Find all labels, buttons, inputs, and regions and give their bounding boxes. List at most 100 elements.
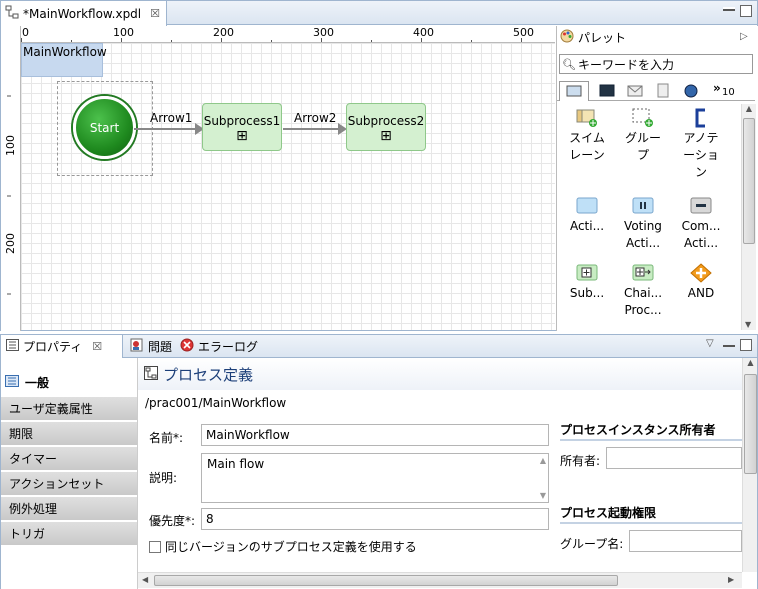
tab-properties[interactable]: プロパティ ☒ <box>1 335 123 358</box>
palette-item-swimlane[interactable]: スイム レーン <box>557 108 617 164</box>
editor-tab-bar: *MainWorkflow.xpdl ☒ <box>1 1 757 26</box>
editor-tab[interactable]: *MainWorkflow.xpdl ☒ <box>1 1 167 26</box>
group-name-field[interactable] <box>629 530 742 552</box>
owner-field[interactable] <box>606 447 742 469</box>
properties-horizontal-scrollbar[interactable]: ◀ ▶ <box>138 572 742 588</box>
owner-label: 所有者: <box>560 454 601 468</box>
palette-item-activity[interactable]: Acti... <box>557 196 617 235</box>
category-exception-handling[interactable]: 例外処理 <box>1 497 137 521</box>
diagram-canvas[interactable]: MainWorkflow Start Arrow1 Arrow2 Subproc… <box>21 43 555 330</box>
description-field[interactable]: Main flow ▲ ▼ <box>201 453 549 503</box>
horizontal-scroll-thumb[interactable] <box>154 575 618 586</box>
palette-item-chained-process[interactable]: Chai... Proc... <box>613 263 673 319</box>
minimize-icon[interactable] <box>723 345 735 347</box>
close-icon[interactable]: ☒ <box>92 340 102 353</box>
arrow1-label[interactable]: Arrow1 <box>150 111 192 125</box>
palette-search-field[interactable]: 🔍︎ キーワードを入力 <box>559 54 753 74</box>
collapse-palette-icon[interactable]: ▷ <box>740 31 748 42</box>
palette-item-label: アノテ ーショ ン <box>683 131 719 179</box>
category-deadline[interactable]: 期限 <box>1 422 137 446</box>
palette-item-annotation[interactable]: アノテ ーショ ン <box>671 108 731 181</box>
name-field[interactable]: MainWorkflow <box>201 424 549 446</box>
editor-panel: *MainWorkflow.xpdl ☒ 0 100 200 300 400 5… <box>0 0 758 331</box>
same-version-label: 同じバージョンのサブプロセス定義を使用する <box>165 540 417 554</box>
category-timer[interactable]: タイマー <box>1 447 137 471</box>
palette-item-complex-activity[interactable]: Com... Acti... <box>671 196 731 252</box>
ruler-tick-label: 0 <box>22 26 29 39</box>
scroll-down-icon[interactable]: ▼ <box>745 320 751 329</box>
properties-scroll-thumb[interactable] <box>744 374 757 474</box>
palette-item-label: Chai... Proc... <box>623 286 663 317</box>
palette-item-subprocess[interactable]: Sub... <box>557 263 617 302</box>
more-tabs-icon[interactable]: » <box>713 81 721 95</box>
subprocess1-label: Subprocess1 <box>203 114 281 128</box>
palette-scroll-thumb[interactable] <box>743 118 755 244</box>
scroll-up-icon[interactable]: ▲ <box>742 104 756 113</box>
scroll-up-icon[interactable]: ▲ <box>743 358 757 367</box>
palette-item-voting-activity[interactable]: Voting Acti... <box>613 196 673 252</box>
section-title: プロセス定義 <box>163 365 254 384</box>
palette-tab-document[interactable] <box>649 82 677 100</box>
close-icon[interactable]: ☒ <box>150 7 160 20</box>
scroll-up-icon[interactable]: ▲ <box>540 456 546 465</box>
activity-icon <box>576 196 598 216</box>
annotation-icon <box>690 108 712 128</box>
palette-item-label: スイム レーン <box>569 131 605 162</box>
category-action-set[interactable]: アクションセット <box>1 472 137 496</box>
minimize-icon[interactable] <box>723 7 735 11</box>
vertical-ruler: 100 200 <box>1 26 21 331</box>
owner-section-divider <box>560 439 742 441</box>
tab-problems[interactable]: 問題 <box>125 335 177 358</box>
subprocess2-node[interactable]: Subprocess2 ⊞ <box>346 103 426 151</box>
name-label: 名前*: <box>149 431 184 445</box>
palette-tab-general[interactable] <box>559 81 589 101</box>
properties-icon <box>6 339 19 354</box>
tab-properties-label: プロパティ <box>23 340 83 354</box>
tab-error-log[interactable]: エラーログ <box>175 335 263 358</box>
same-version-checkbox[interactable] <box>149 540 161 553</box>
expand-icon[interactable]: ⊞ <box>347 128 425 144</box>
palette-scrollbar[interactable]: ▲ ▼ <box>741 104 756 330</box>
description-label: 説明: <box>149 471 178 485</box>
ruler-tick-label: 100 <box>113 26 134 39</box>
process-path: /prac001/MainWorkflow <box>145 396 287 410</box>
subprocess1-node[interactable]: Subprocess1 ⊞ <box>202 103 282 151</box>
palette-item-group[interactable]: グルー プ <box>613 108 673 164</box>
palette-item-label: Acti... <box>569 219 605 233</box>
view-menu-icon[interactable]: ▽ <box>706 338 714 349</box>
subprocess2-label: Subprocess2 <box>347 114 425 128</box>
palette-tab-service[interactable] <box>677 82 705 100</box>
maximize-icon[interactable] <box>740 5 752 17</box>
maximize-icon[interactable] <box>740 339 752 351</box>
palette-tab-console[interactable] <box>593 82 621 100</box>
and-gateway-icon <box>690 263 712 283</box>
scroll-right-icon[interactable]: ▶ <box>728 575 734 584</box>
scroll-left-icon[interactable]: ◀ <box>142 575 148 584</box>
tab-problems-label: 問題 <box>148 340 173 354</box>
category-user-attributes[interactable]: ユーザ定義属性 <box>1 397 137 421</box>
error-log-icon <box>180 338 194 355</box>
palette-icon <box>560 29 574 46</box>
scroll-down-icon[interactable]: ▼ <box>540 491 546 500</box>
priority-field[interactable]: 8 <box>201 508 549 530</box>
swimlane-icon <box>576 108 598 128</box>
palette-tab-mail[interactable] <box>621 82 649 100</box>
palette-item-and-gateway[interactable]: AND <box>671 263 731 302</box>
chained-process-icon <box>632 263 654 283</box>
permission-section-divider <box>560 522 742 524</box>
more-tabs-count: 10 <box>722 87 735 98</box>
expand-icon[interactable]: ⊞ <box>203 128 281 144</box>
palette-item-label: Voting Acti... <box>624 219 662 250</box>
palette-item-label: Sub... <box>569 286 605 300</box>
connector-layer <box>134 123 347 135</box>
palette-item-label: グルー プ <box>624 131 661 162</box>
ruler-tick-label: 200 <box>4 233 17 254</box>
category-general[interactable]: 一般 <box>1 369 137 395</box>
arrow2-label[interactable]: Arrow2 <box>294 111 336 125</box>
description-text: Main flow <box>207 457 265 471</box>
properties-vertical-scrollbar[interactable]: ▲ <box>742 358 757 572</box>
category-trigger[interactable]: トリガ <box>1 522 137 546</box>
properties-panel: プロパティ ☒ 問題 エラーログ ▽ 一般 ユーザ定義属性 期限 タイマー アク… <box>0 334 758 589</box>
palette-header: パレット <box>560 29 626 46</box>
workflow-file-icon <box>5 5 19 22</box>
